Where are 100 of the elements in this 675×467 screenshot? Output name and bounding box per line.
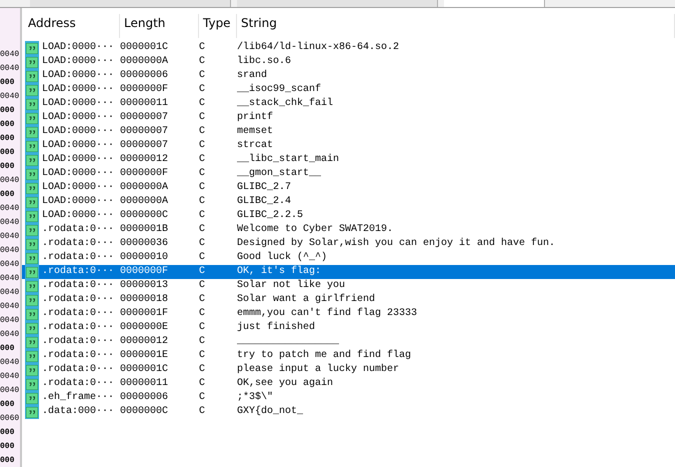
address-text: 0040: [0, 231, 20, 243]
table-cell-text: .rodata:0···: [42, 223, 116, 237]
table-cell-text: C: [199, 139, 206, 153]
table-cell-text: emmm,you can't find flag 23333: [237, 307, 418, 321]
table-row[interactable]: LOAD:0000··· 0000000A C GLIBC_2.4: [22, 195, 675, 209]
table-row[interactable]: LOAD:0000··· 0000000A C libc.so.6: [22, 55, 675, 69]
string-icon: [26, 168, 38, 180]
table-row[interactable]: .rodata:0··· 00000018 C Solar want a girlfriend: [22, 293, 675, 307]
column-header[interactable]: Type: [199, 14, 237, 38]
column-header[interactable]: Length: [120, 14, 199, 38]
table-row[interactable]: .rodata:0··· 0000001E C try to patch me and find flag: [22, 349, 675, 363]
address-text: 0040: [0, 301, 20, 313]
table-row[interactable]: .rodata:0··· 00000010 C Good luck (^_^): [22, 251, 675, 265]
string-icon: [26, 126, 38, 138]
table-cell-text: srand: [237, 69, 268, 83]
table-cell-text: C: [199, 265, 206, 279]
table-cell-text: C: [199, 195, 206, 209]
string-icon: [26, 196, 38, 208]
column-header[interactable]: Address: [24, 14, 120, 38]
table-row[interactable]: LOAD:0000··· 00000007 C strcat: [22, 139, 675, 153]
table-cell-text: LOAD:0000···: [42, 41, 116, 55]
table-row[interactable]: .rodata:0··· 00000036 C Designed by Solar,wish you can enjoy it and have fun.: [22, 237, 675, 251]
table-row[interactable]: .rodata:0··· 00000012 C _________________: [22, 335, 675, 349]
table-cell-text: .rodata:0···: [42, 335, 116, 349]
string-icon: [26, 140, 38, 152]
table-cell-text: LOAD:0000···: [42, 111, 116, 125]
table-cell-text: 0000000A: [120, 195, 170, 209]
table-cell-text: C: [199, 209, 206, 223]
address-text: 0040: [0, 385, 20, 397]
tab[interactable]: [237, 0, 438, 7]
table-cell-text: OK, it's flag:: [237, 265, 322, 279]
table-cell-text: 0000000C: [120, 209, 170, 223]
string-icon: [26, 154, 38, 166]
table-cell-text: 00000013: [120, 279, 170, 293]
table-cell-text: C: [199, 223, 206, 237]
string-icon: [26, 70, 38, 82]
address-text: 000: [0, 399, 16, 411]
table-row[interactable]: .data:000··· 0000000C C GXY{do_not_: [22, 405, 675, 419]
column-header[interactable]: String: [237, 14, 675, 38]
table-cell-text: Designed by Solar,wish you can enjoy it and have fun.: [237, 237, 556, 251]
table-cell-text: libc.so.6: [237, 55, 292, 69]
table-row[interactable]: LOAD:0000··· 00000007 C memset: [22, 125, 675, 139]
table-cell-text: C: [199, 181, 206, 195]
address-text: 000: [0, 441, 16, 453]
address-text: 000: [0, 77, 16, 89]
table-cell-text: Welcome to Cyber SWAT2019.: [237, 223, 394, 237]
table-row[interactable]: .eh_frame··· 00000006 C ;*3$\": [22, 391, 675, 405]
address-text: 000: [0, 455, 16, 467]
tab[interactable]: [30, 0, 231, 7]
table-cell-text: .rodata:0···: [42, 377, 116, 391]
address-text: 0040: [0, 63, 20, 75]
table-cell-text: LOAD:0000···: [42, 139, 116, 153]
table-cell-text: 00000007: [120, 111, 170, 125]
table-row[interactable]: LOAD:0000··· 0000000F C __gmon_start__: [22, 167, 675, 181]
table-cell-text: 00000010: [120, 251, 170, 265]
table-row[interactable]: LOAD:0000··· 00000012 C __libc_start_main: [22, 153, 675, 167]
table-row[interactable]: .rodata:0··· 00000013 C Solar not like you: [22, 279, 675, 293]
table-cell-text: 00000012: [120, 153, 170, 167]
table-row[interactable]: LOAD:0000··· 00000011 C __stack_chk_fail: [22, 97, 675, 111]
table-cell-text: LOAD:0000···: [42, 55, 116, 69]
table-row[interactable]: .rodata:0··· 0000000E C just finished: [22, 321, 675, 335]
table-cell-text: C: [199, 237, 206, 251]
string-icon: [26, 98, 38, 110]
table-cell-text: 00000011: [120, 97, 170, 111]
address-text: 0040: [0, 245, 20, 257]
table-row[interactable]: LOAD:0000··· 0000000F C __isoc99_scanf: [22, 83, 675, 97]
table-cell-text: __libc_start_main: [237, 153, 340, 167]
string-icon: [26, 378, 38, 390]
tab[interactable]: [444, 0, 545, 7]
address-text: 0040: [0, 315, 20, 327]
table-cell-text: strcat: [237, 139, 274, 153]
table-cell-text: printf: [237, 111, 274, 125]
table-row[interactable]: .rodata:0··· 0000001B C Welcome to Cyber SWAT2019.: [22, 223, 675, 237]
table-row[interactable]: LOAD:0000··· 00000006 C srand: [22, 69, 675, 83]
address-text: 000: [0, 105, 16, 117]
address-text: 0040: [0, 357, 20, 369]
table-row[interactable]: .rodata:0··· 00000011 C OK,see you again: [22, 377, 675, 391]
string-icon: [26, 182, 38, 194]
string-icon: [26, 42, 38, 54]
table-cell-text: __isoc99_scanf: [237, 83, 322, 97]
table-row[interactable]: LOAD:0000··· 0000000A C GLIBC_2.7: [22, 181, 675, 195]
table-cell-text: 0000001F: [120, 307, 170, 321]
table-cell-text: LOAD:0000···: [42, 195, 116, 209]
table-cell-text: C: [199, 349, 206, 363]
table-row[interactable]: .rodata:0··· 0000001F C emmm,you can't find flag 23333: [22, 307, 675, 321]
table-row[interactable]: LOAD:0000··· 0000000C C GLIBC_2.2.5: [22, 209, 675, 223]
table-cell-text: C: [199, 251, 206, 265]
string-icon: [26, 56, 38, 68]
table-row[interactable]: LOAD:0000··· 0000001C C /lib64/ld-linux-x86-64.so.2: [22, 41, 675, 55]
table-row[interactable]: .rodata:0··· 0000001C C please input a lucky number: [22, 363, 675, 377]
table-row[interactable]: LOAD:0000··· 00000007 C printf: [22, 111, 675, 125]
address-text: 000: [0, 161, 16, 173]
table-cell-text: 0000000F: [120, 167, 170, 181]
address-text: 000: [0, 119, 16, 131]
address-text: 0040: [0, 217, 20, 229]
table-cell-text: C: [199, 363, 206, 377]
table-row[interactable]: .rodata:0··· 0000000F C OK, it's flag:: [22, 265, 675, 279]
table-cell-text: 0000000F: [120, 265, 170, 279]
address-text: 0040: [0, 175, 20, 187]
table-cell-text: OK,see you again: [237, 377, 334, 391]
